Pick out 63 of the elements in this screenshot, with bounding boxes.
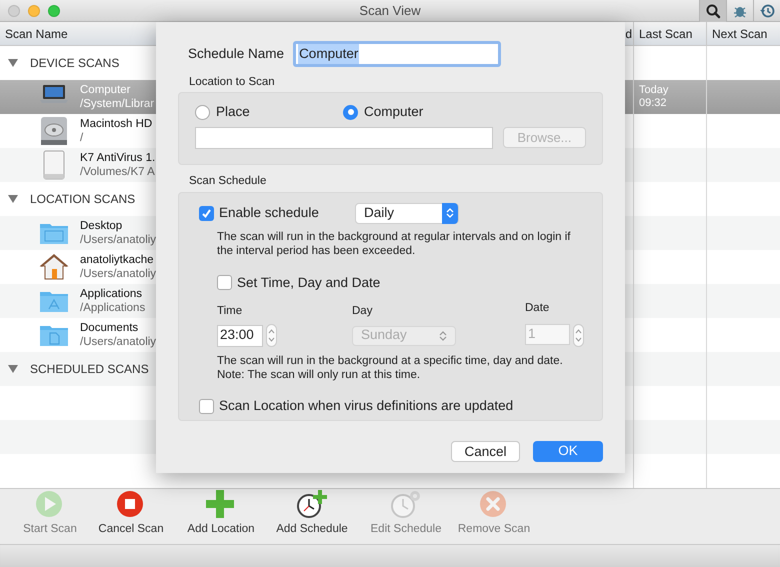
column-header[interactable]: Next Scan [706,22,780,45]
time-field[interactable]: 23:00 [217,324,263,346]
checkmark-icon [201,208,212,218]
scan-name: Documents [80,321,140,335]
field-label: Day [352,304,374,319]
toolbar-button[interactable]: Cancel Scan [84,488,178,538]
scan-path: /System/Librar [80,97,154,111]
checkbox[interactable]: Set Time, Day and Date [217,272,602,293]
last-scan-text: Today [639,84,670,97]
plus-icon [205,488,237,519]
scan-name: Macintosh HD [80,117,152,131]
search-icon [705,3,721,19]
scan-name: Desktop [80,219,124,233]
scan-path: /Volumes/K7 A [80,165,156,179]
description-text: The scan will run in the background at regular intervals and on login if the interval period has been exceeded. [216,230,572,258]
clock-plus-icon [296,488,328,519]
scan-name: Applications [80,287,144,301]
section-header: SCHEDULED SCANS [30,361,149,378]
checkbox[interactable]: Scan Location when virus definitions are updated [199,396,602,416]
radio-button[interactable]: Computer [343,102,491,122]
scan-path: /Applications [80,301,146,315]
disclosure-triangle-icon[interactable] [8,58,18,68]
scan-name: Computer [80,83,132,97]
toolbar-button[interactable]: Add Schedule [264,488,360,538]
scan-path: / [80,131,84,145]
scan-path: /Users/anatoliy [80,335,156,349]
group-label: Scan Schedule [188,174,268,190]
history-icon [759,3,775,19]
path-field[interactable] [195,126,493,148]
stepper-icon[interactable] [266,324,277,347]
section-header: DEVICE SCANS [30,55,120,72]
field-label: Date [525,300,550,316]
window-title: Scan View [359,2,421,20]
scan-path: /Users/anatoliy [80,233,156,247]
column-header[interactable]: Last Scan [633,22,706,45]
group-label: Location to Scan [188,75,276,90]
frequency-dropdown[interactable]: Daily [355,202,459,224]
section-header: LOCATION SCANS [30,191,136,208]
disclosure-triangle-icon[interactable] [8,194,18,204]
checkbox[interactable]: Enable schedule [199,202,355,224]
column-header[interactable]: Scan Name [5,24,68,42]
description-text: The scan will run in the background at a specific time, day and date. Note: The scan will only run at this time. [216,354,564,382]
clock-gear-icon [390,488,422,519]
toolbar-button[interactable] [699,0,726,22]
hard-drive-icon [38,116,70,146]
field-label: Time [217,304,244,319]
chevrons-icon [446,207,454,219]
stepper-icon[interactable] [573,324,584,347]
scan-name: anatoliytkache [80,253,155,267]
toolbar-button[interactable]: Add Location [180,488,262,538]
field-label: Schedule Name [188,44,284,63]
scan-path: /Users/anatoliy [80,267,156,281]
house-icon [38,252,70,282]
chevrons-icon [439,330,447,342]
name-field[interactable]: Computer [293,41,502,67]
scan-name: K7 AntiVirus 1. [80,151,156,165]
ok-button[interactable]: OK [533,440,603,462]
column-header[interactable]: d [625,24,632,42]
last-scan-text: 09:32 [639,97,668,110]
zoom-button[interactable] [48,4,60,16]
disclosure-triangle-icon[interactable] [8,364,18,374]
radio-button[interactable]: Place [195,102,343,122]
cancel-button[interactable]: Cancel [451,440,520,462]
